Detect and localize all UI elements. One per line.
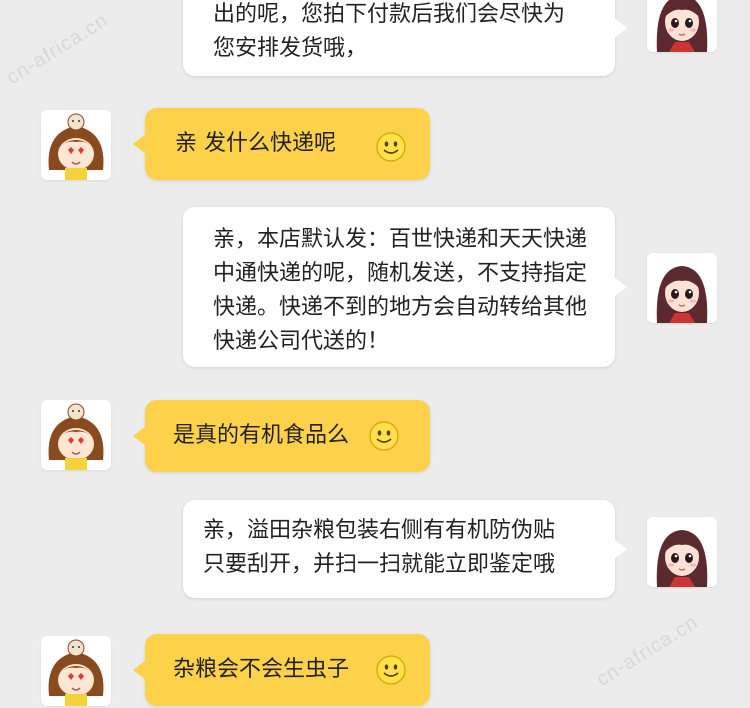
buyer-message-bubble: 杂粮会不会生虫子	[133, 634, 430, 706]
buyer-avatar[interactable]	[41, 636, 111, 706]
seller-avatar[interactable]	[647, 0, 717, 52]
seller-message-bubble: 出的呢，您拍下付款后我们会尽快为 您安排发货哦，	[183, 0, 627, 76]
message-line: 只要刮开，并扫一扫就能立即鉴定哦	[203, 552, 556, 577]
buyer-message-bubble: 是真的有机食品么	[133, 400, 430, 472]
smiley-icon	[376, 132, 406, 162]
seller-avatar[interactable]	[647, 517, 717, 587]
message-line: 亲，本店默认发：百世快递和天天快递	[213, 227, 588, 252]
seller-message-bubble: 亲，溢田杂粮包装右侧有有机防伪贴 只要刮开，并扫一扫就能立即鉴定哦	[183, 500, 627, 598]
seller-avatar[interactable]	[647, 253, 717, 323]
message-line: 中通快递的呢，随机发送，不支持指定	[213, 261, 588, 286]
smiley-icon	[376, 655, 406, 685]
watermark-top: cn-africa.cn	[2, 9, 113, 89]
message-line: 快递。快递不到的地方会自动转给其他	[213, 295, 588, 320]
message-line: 快递公司代送的！	[213, 329, 390, 354]
buyer-avatar[interactable]	[41, 110, 111, 180]
message-line: 出的呢，您拍下付款后我们会尽快为	[213, 2, 566, 27]
message-line: 您安排发货哦，	[213, 36, 368, 61]
watermark-bottom: cn-africa.cn	[592, 611, 703, 691]
message-line: 亲，溢田杂粮包装右侧有有机防伪贴	[203, 518, 556, 543]
seller-message-bubble: 亲，本店默认发：百世快递和天天快递 中通快递的呢，随机发送，不支持指定 快递。快…	[183, 207, 627, 367]
buyer-avatar[interactable]	[41, 400, 111, 470]
buyer-message-bubble: 亲 发什么快递呢	[133, 108, 430, 180]
smiley-icon	[369, 421, 399, 451]
